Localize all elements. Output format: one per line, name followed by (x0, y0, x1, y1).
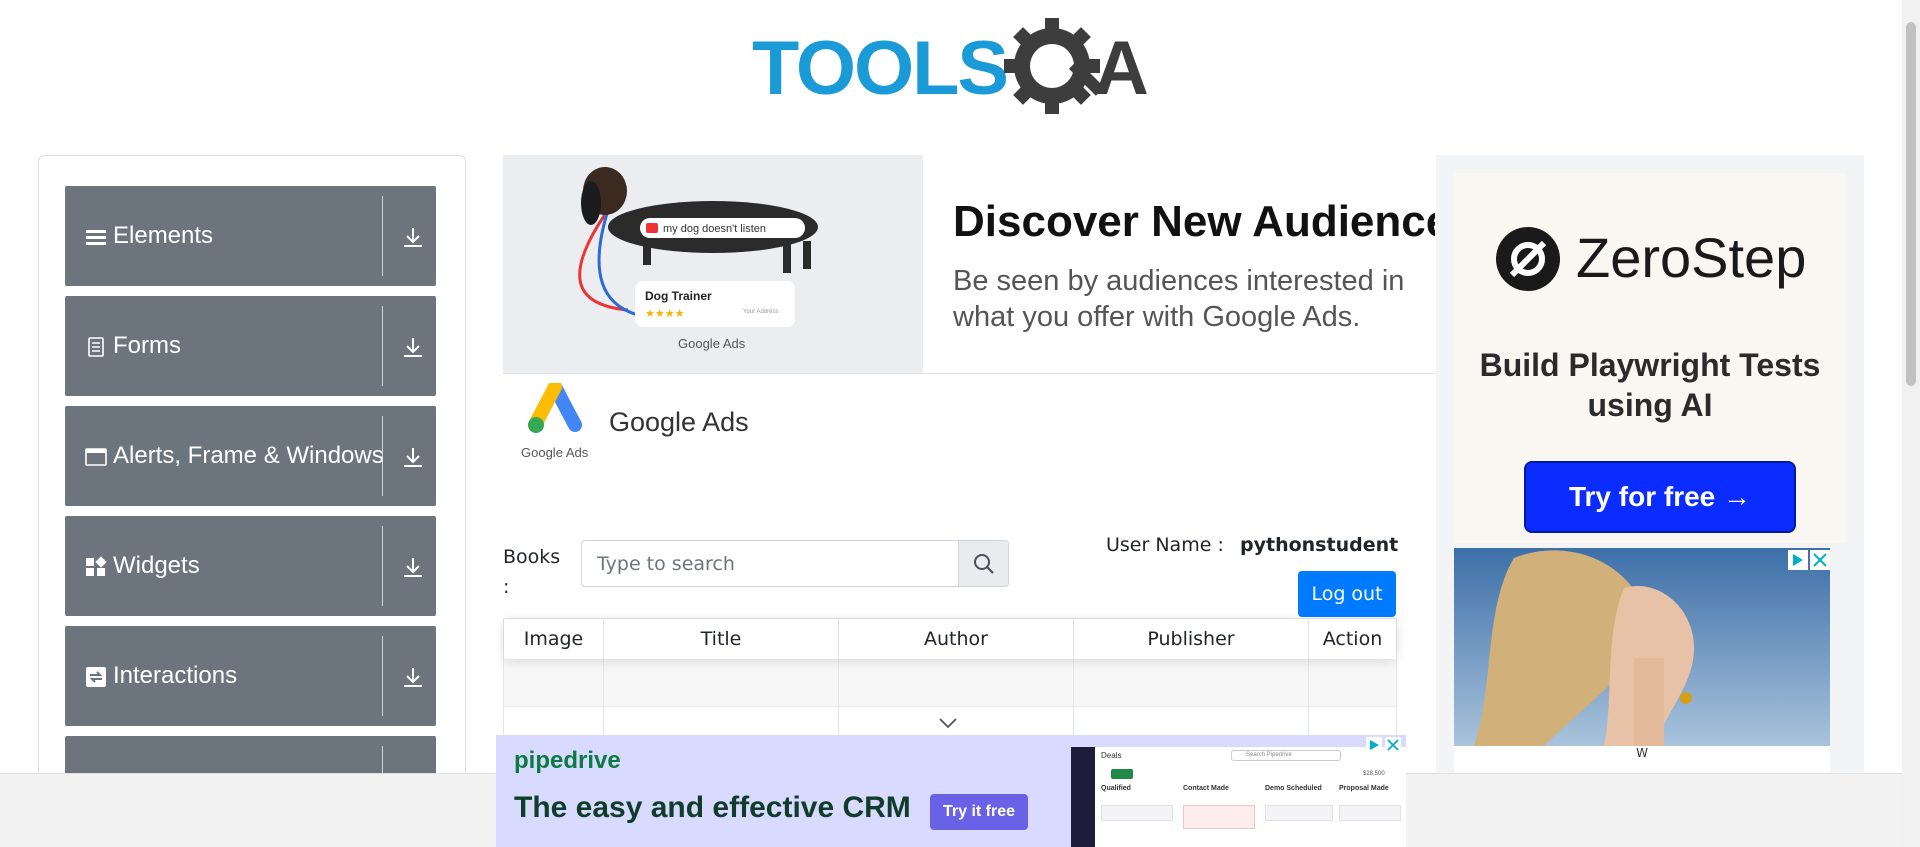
deal-card (1265, 805, 1333, 821)
ad-body: Be seen by audiences interested in what … (953, 265, 1405, 333)
search-icon (974, 554, 994, 574)
column-header-action[interactable]: Action (1309, 619, 1396, 659)
pipedrive-screenshot: Deals Search Pipedrive $28,500 Qualified… (1071, 747, 1406, 847)
sidebar-group-widgets[interactable]: Widgets (65, 516, 436, 616)
page: TOOLS A Elements Forms Alerts, Frame & W… (0, 0, 1920, 847)
books-label: Books : (503, 546, 561, 598)
shot-stage: Qualified (1101, 785, 1131, 792)
toolsqa-logo[interactable]: TOOLS A (752, 18, 1152, 114)
divider (503, 373, 1435, 374)
shot-add-button (1111, 769, 1133, 779)
deal-card (1339, 805, 1401, 821)
rating-stars: ★★★★ (645, 307, 685, 320)
deal-card (1183, 805, 1255, 829)
adchoices-icon[interactable] (1366, 737, 1382, 753)
shot-stage: Demo Scheduled (1265, 785, 1322, 792)
user-name-label: User Name : (1106, 534, 1224, 556)
ad-photo-caption: W (1454, 746, 1830, 773)
shot-stage: Proposal Made (1339, 785, 1389, 792)
download-arrow-icon[interactable] (403, 226, 423, 248)
ad-headline: Discover New Audiences (953, 197, 1435, 246)
ad-image: my dog doesn't listen Dog Trainer ★★★★ Y… (503, 155, 923, 373)
sidebar: Elements Forms Alerts, Frame & Windows W… (38, 155, 466, 795)
sidebar-group-interactions[interactable]: Interactions (65, 626, 436, 726)
window-icon (85, 448, 107, 466)
ad-search-chip: my dog doesn't listen (663, 223, 766, 235)
column-header-author[interactable]: Author (839, 619, 1074, 659)
pipedrive-logo: pipedrive (514, 747, 621, 774)
sidebar-group-label: Alerts, Frame & Windows (113, 442, 384, 469)
table-header: Image Title Author Publisher Action (504, 619, 1396, 659)
download-arrow-icon[interactable] (403, 336, 423, 358)
document-icon (88, 337, 104, 357)
divider (382, 636, 383, 716)
divider (382, 196, 383, 276)
column-header-title[interactable]: Title (604, 619, 839, 659)
sidebar-group-elements[interactable]: Elements (65, 186, 436, 286)
deal-card (1101, 805, 1173, 821)
divider (382, 526, 383, 606)
close-icon[interactable] (1385, 737, 1401, 753)
ad-card-title: Dog Trainer (645, 289, 712, 303)
shot-search: Search Pipedrive (1231, 750, 1341, 761)
pipedrive-ad[interactable]: pipedrive The easy and effective CRM Try… (496, 735, 1406, 847)
try-for-free-button[interactable]: Try for free → (1524, 461, 1796, 533)
shot-stage: Contact Made (1183, 785, 1229, 792)
close-icon[interactable] (1810, 550, 1830, 570)
search-input[interactable] (582, 541, 960, 586)
divider (382, 416, 383, 496)
shot-title: Deals (1101, 751, 1122, 760)
adchoices-icon[interactable] (1788, 550, 1808, 570)
google-ads-banner[interactable]: my dog doesn't listen Dog Trainer ★★★★ Y… (503, 155, 1435, 495)
shot-total: $28,500 (1363, 771, 1385, 777)
try-it-free-button[interactable]: Try it free (930, 794, 1028, 830)
download-arrow-icon[interactable] (403, 446, 423, 468)
dachshund-illustration: my dog doesn't listen Dog Trainer ★★★★ Y… (578, 167, 818, 351)
sidebar-group-alerts-frame-windows[interactable]: Alerts, Frame & Windows (65, 406, 436, 506)
grid-icon (86, 556, 107, 576)
sidebar-group-label: Elements (113, 222, 214, 249)
advertiser-name: Google Ads (609, 407, 749, 437)
sidebar-group-label: Interactions (113, 662, 238, 689)
zerostep-brand: ZeroStep (1576, 226, 1807, 289)
pipedrive-headline: The easy and effective CRM (514, 791, 911, 824)
chevron-down-icon[interactable] (938, 716, 958, 730)
app-rail (1071, 747, 1095, 847)
user-name-value: pythonstudent (1240, 534, 1399, 556)
zerostep-card: ZeroStep Build Playwright Tests using AI… (1454, 173, 1846, 543)
zerostep-ad[interactable]: ZeroStep Build Playwright Tests using AI… (1436, 155, 1864, 773)
sidebar-group-forms[interactable]: Forms (65, 296, 436, 396)
sidebar-group-label: Forms (113, 332, 181, 359)
svg-text:TOOLS: TOOLS (752, 26, 1007, 111)
search-box (581, 540, 1009, 587)
download-arrow-icon[interactable] (403, 556, 423, 578)
zerostep-tagline: Build Playwright Tests using AI (1479, 347, 1821, 423)
download-arrow-icon[interactable] (403, 666, 423, 688)
scrollbar-thumb[interactable] (1906, 22, 1916, 386)
ad-brand-small: Google Ads (678, 336, 746, 351)
ad-photo (1454, 548, 1830, 746)
menu-icon (86, 230, 106, 245)
vertical-scrollbar[interactable] (1902, 0, 1920, 847)
ad-card-address: Your Address (743, 309, 778, 315)
column-header-publisher[interactable]: Publisher (1074, 619, 1309, 659)
swap-icon (86, 667, 106, 687)
search-button[interactable] (958, 541, 1008, 586)
sidebar-group-label: Widgets (113, 552, 200, 579)
svg-text:A: A (1094, 26, 1149, 111)
divider (382, 306, 383, 386)
google-ads-logo-caption: Google Ads (521, 445, 589, 460)
column-header-image[interactable]: Image (504, 619, 604, 659)
logout-button[interactable]: Log out (1298, 571, 1396, 617)
zerostep-logo-icon (1496, 227, 1560, 291)
google-ads-logo-icon (528, 383, 582, 433)
